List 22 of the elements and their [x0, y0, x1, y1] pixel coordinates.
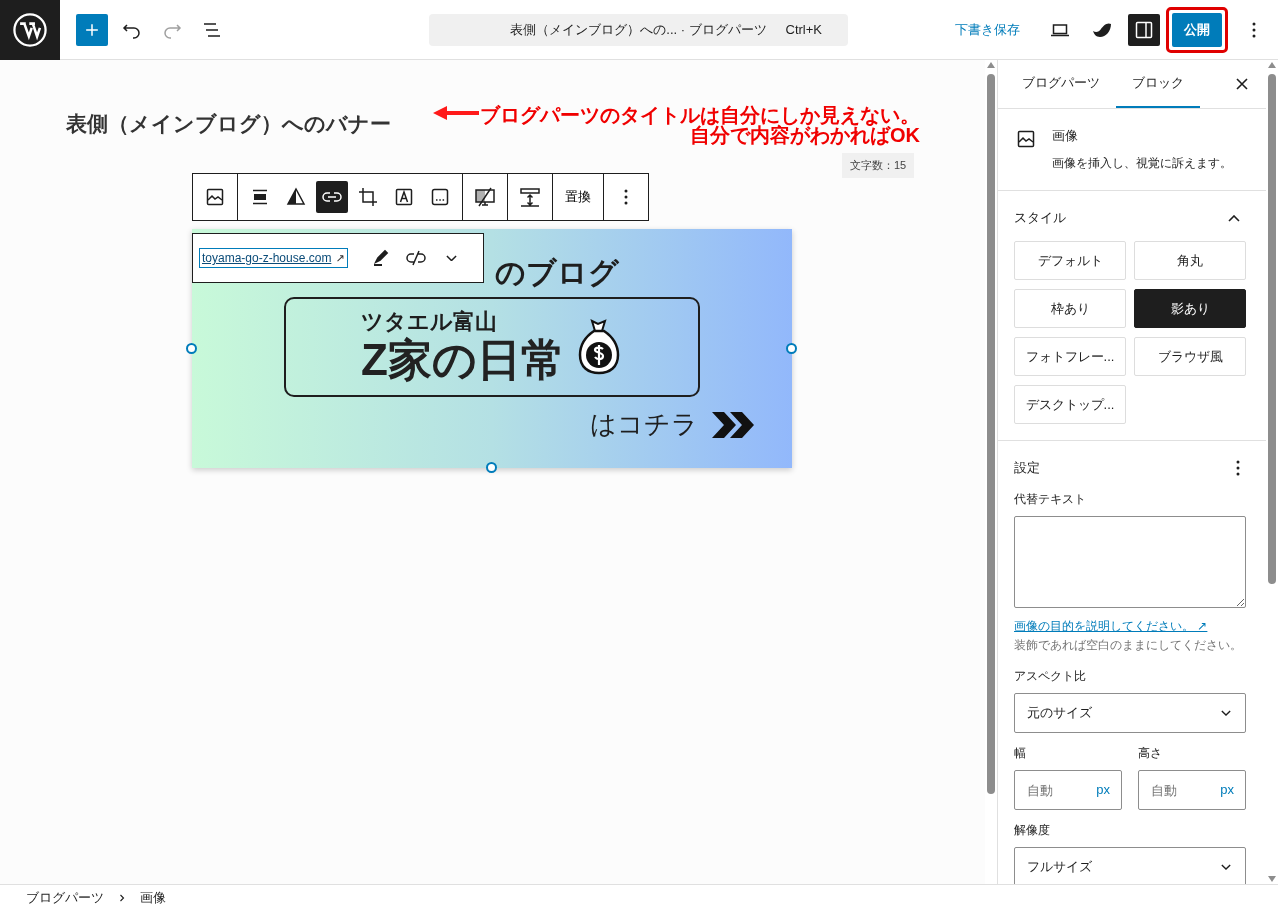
select-value: 元のサイズ — [1027, 704, 1092, 722]
annotation-text: ブログパーツのタイトルは自分にしか見えない。 自分で内容がわかればOK — [480, 105, 920, 145]
unit-label: px — [1220, 782, 1234, 797]
banner-cta: はコチラ — [590, 408, 698, 441]
select-value: フルサイズ — [1027, 858, 1092, 876]
field-label: 高さ — [1138, 745, 1163, 762]
banner-subtitle: ツタエル富山 — [361, 309, 499, 335]
field-label: アスペクト比 — [1014, 668, 1087, 685]
banner-title: Z家の日常 — [361, 335, 565, 385]
word-count: 文字数：15 — [842, 153, 915, 178]
shortcut-hint: Ctrl+K — [785, 22, 822, 37]
command-bar-title: 表側（メインブログ）への... · ブログパーツ — [510, 20, 767, 39]
unit-label: px — [1096, 782, 1110, 797]
panel-title: 設定 — [1014, 459, 1040, 477]
field-label: 幅 — [1014, 745, 1027, 762]
block-title: 画像 — [1052, 127, 1079, 145]
help-text: 装飾であれば空白のままにしてください。 — [1014, 637, 1243, 654]
field-label: 代替テキスト — [1014, 491, 1087, 508]
block-description: 画像を挿入し、視覚に訴えます。 — [1052, 155, 1232, 172]
field-label: 解像度 — [1014, 822, 1051, 839]
panel-title: スタイル — [1014, 209, 1066, 227]
banner-heading: のブログ — [495, 255, 619, 291]
